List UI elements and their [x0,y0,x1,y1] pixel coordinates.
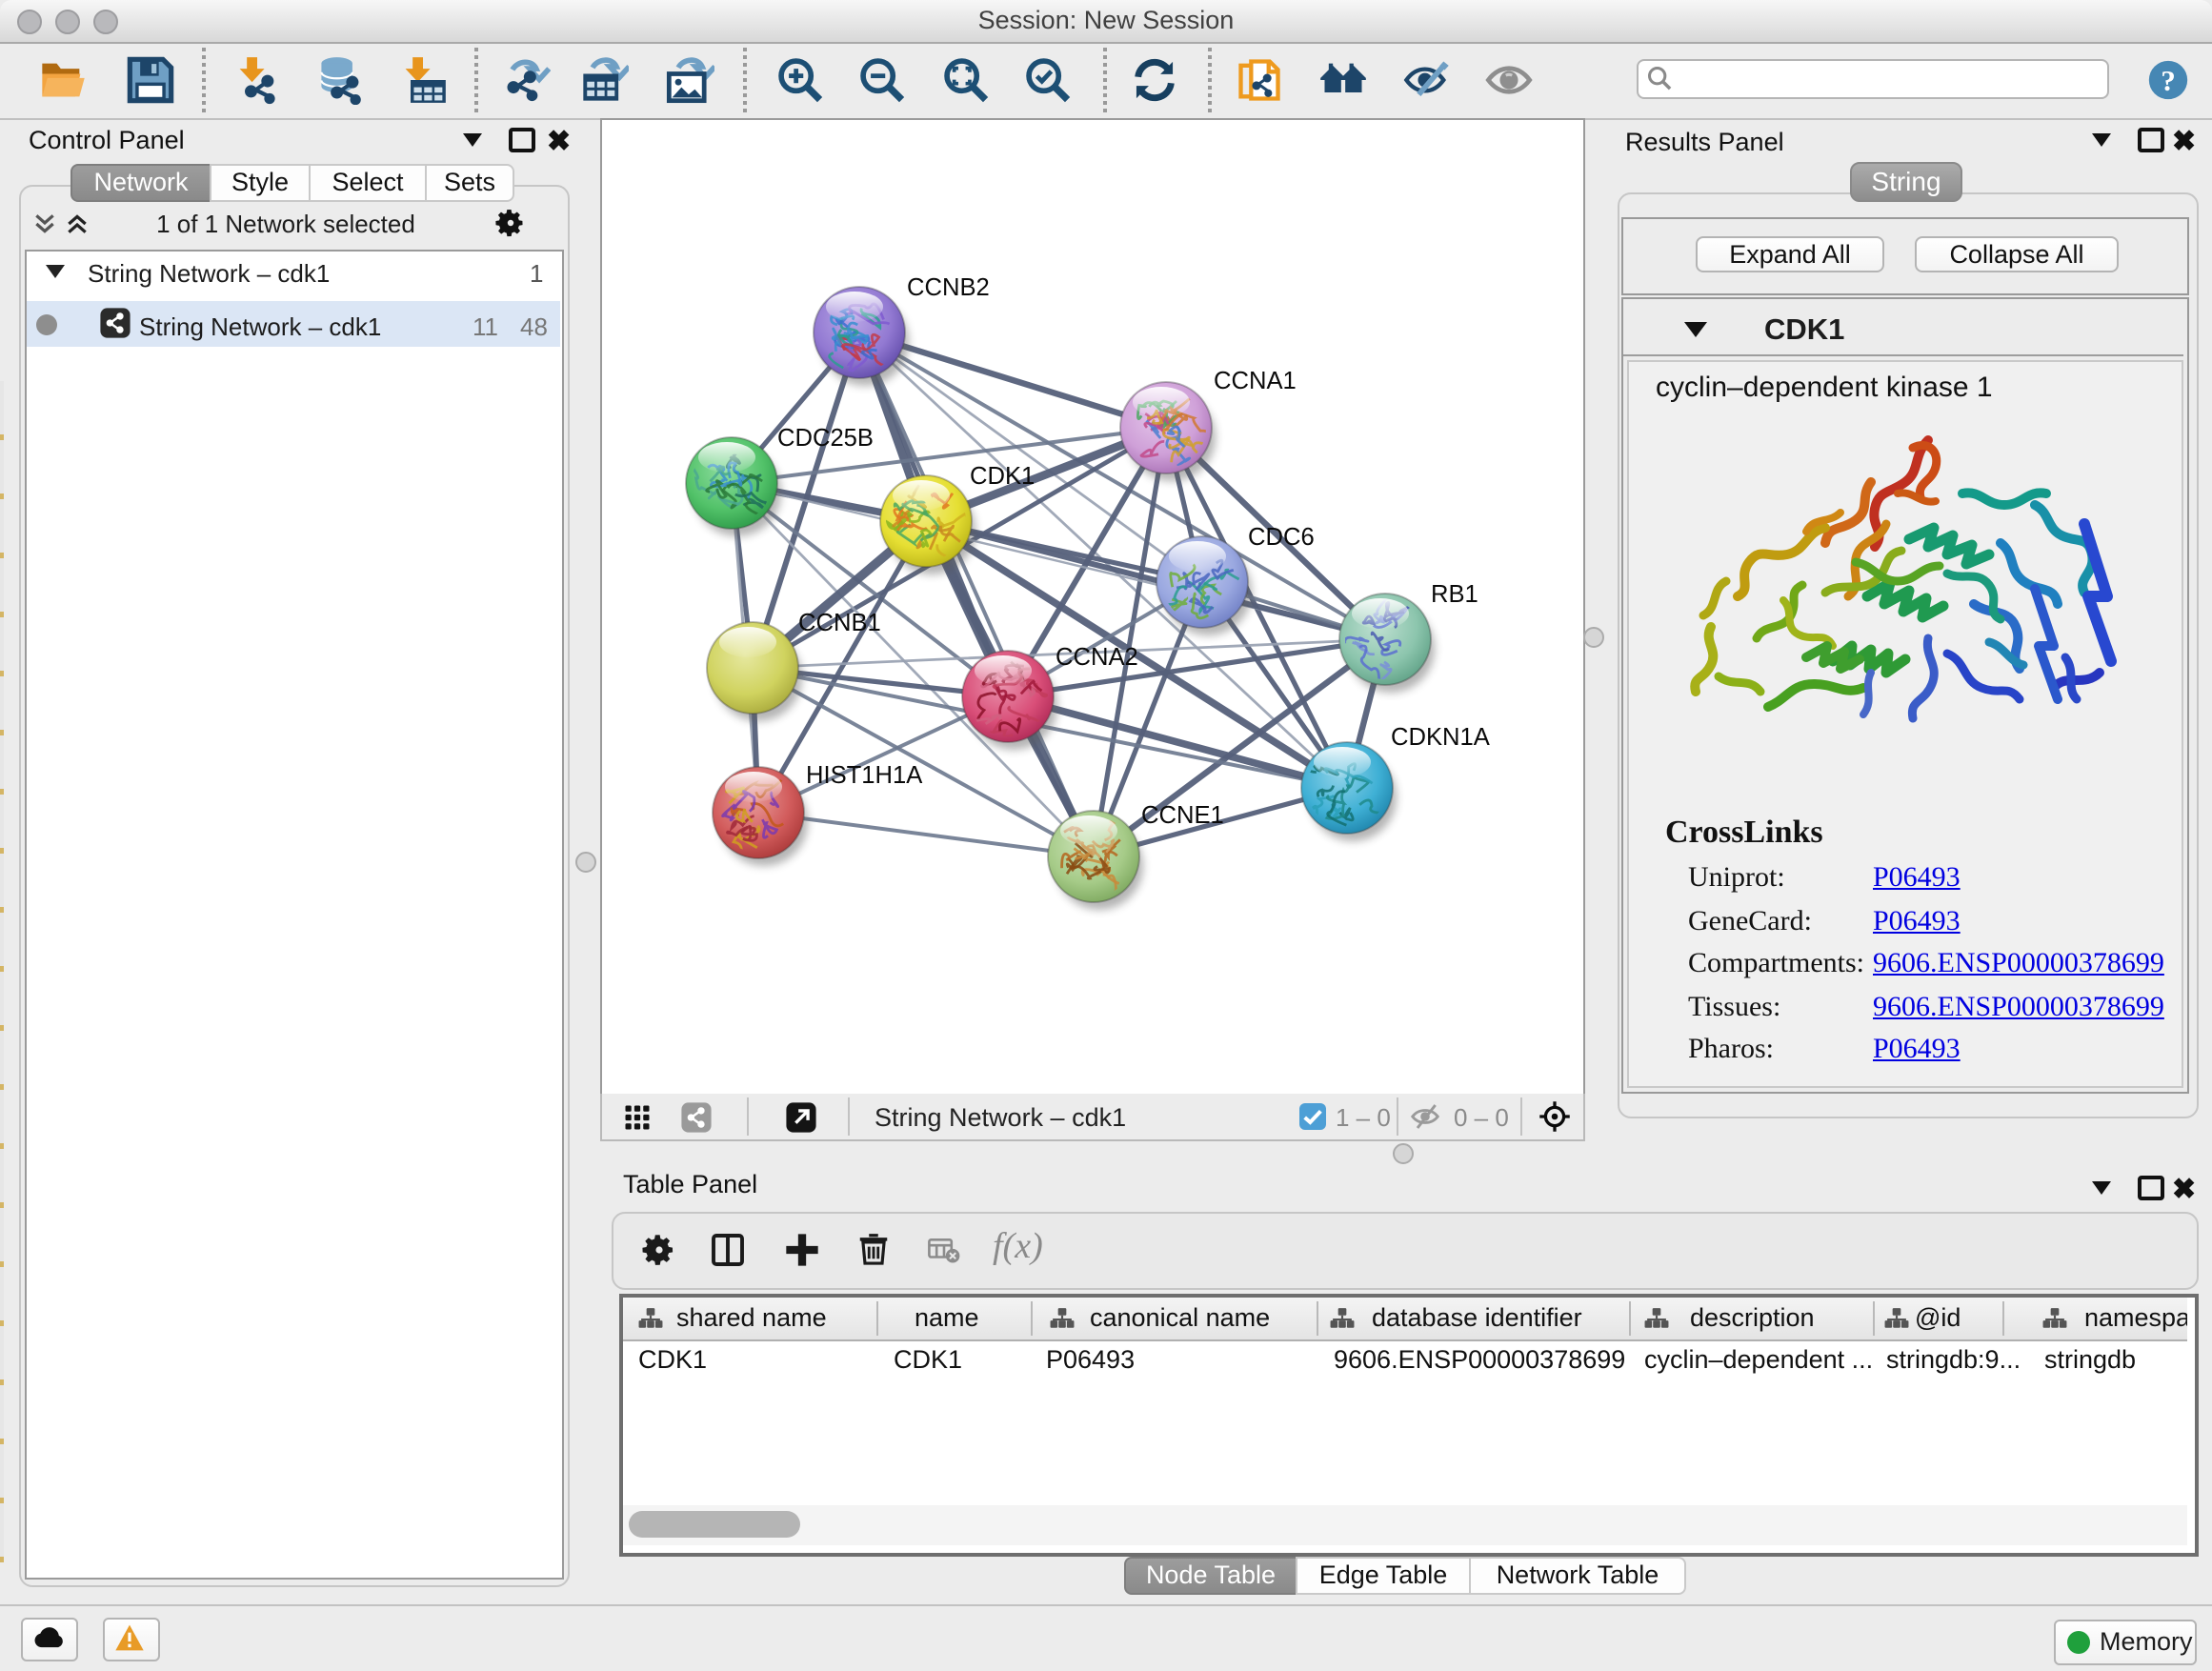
svg-text:CCNA1: CCNA1 [1214,368,1297,394]
svg-text:HIST1H1A: HIST1H1A [806,762,923,789]
svg-text:CDC25B: CDC25B [777,425,874,452]
svg-text:CCNA2: CCNA2 [1056,644,1138,671]
svg-text:CDK1: CDK1 [970,463,1035,490]
svg-text:?: ? [2161,64,2176,97]
svg-text:CDKN1A: CDKN1A [1391,724,1491,751]
svg-text:CDC6: CDC6 [1248,524,1315,551]
svg-text:CCNB2: CCNB2 [907,274,990,301]
svg-text:CCNE1: CCNE1 [1141,802,1224,829]
svg-text:CCNB1: CCNB1 [798,610,881,636]
svg-text:RB1: RB1 [1431,581,1478,608]
